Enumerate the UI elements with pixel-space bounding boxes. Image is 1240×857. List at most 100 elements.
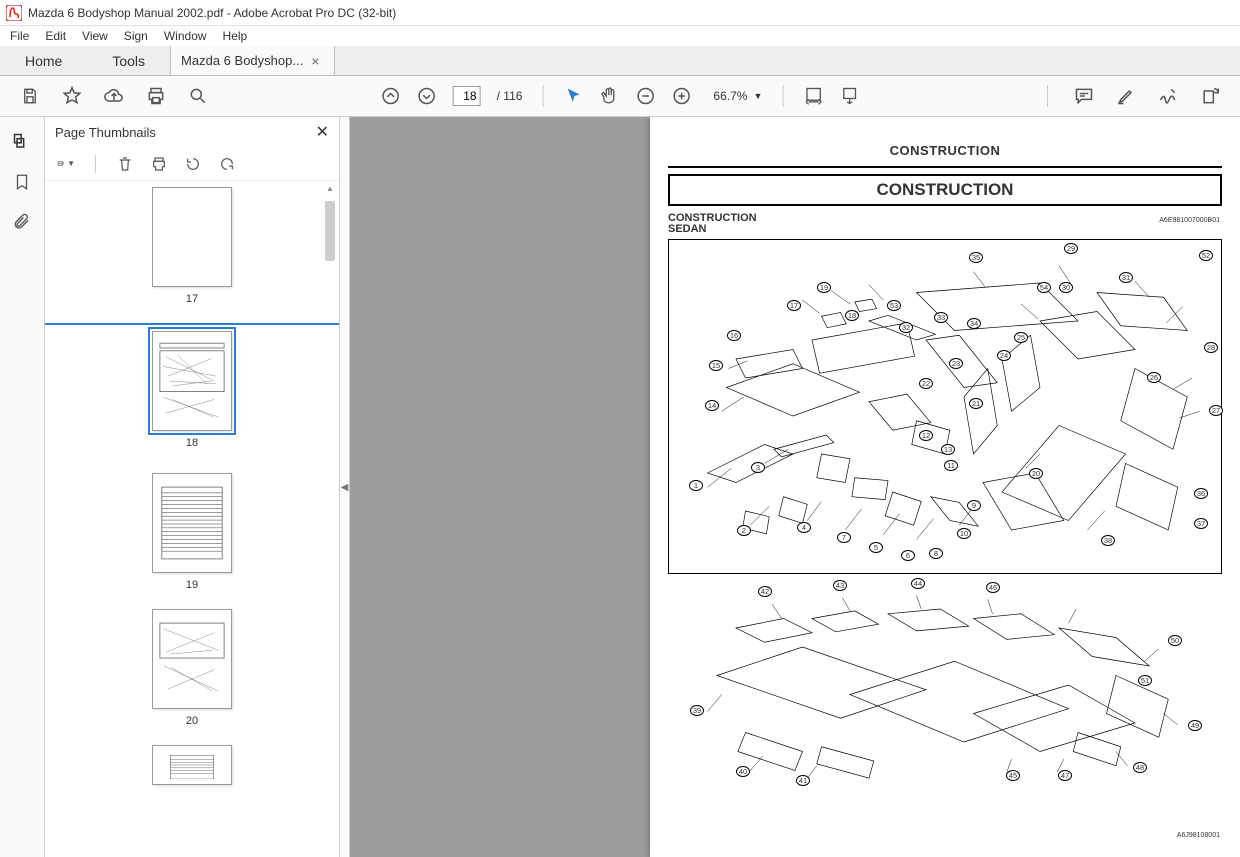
- tab-row: Home Tools Mazda 6 Bodyshop... ×: [0, 46, 1240, 76]
- callout: 39: [690, 705, 704, 716]
- diagram-sketch: [679, 250, 1211, 563]
- callout: 51: [1138, 675, 1152, 686]
- zoom-in-icon[interactable]: [671, 86, 691, 106]
- thumbnail-item[interactable]: 17: [45, 187, 339, 305]
- tab-home[interactable]: Home: [0, 46, 87, 75]
- scroll-thumb[interactable]: [325, 201, 335, 261]
- page-title-box: CONSTRUCTION: [668, 174, 1222, 206]
- callout: 34: [967, 318, 981, 329]
- callout: 4: [797, 522, 811, 533]
- cloud-upload-icon[interactable]: [104, 86, 124, 106]
- print-icon[interactable]: [146, 86, 166, 106]
- tab-document[interactable]: Mazda 6 Bodyshop... ×: [170, 46, 335, 75]
- callout: 23: [949, 358, 963, 369]
- callout: 17: [787, 300, 801, 311]
- thumbnails-tools: ▼: [45, 147, 339, 181]
- nav-rail: [0, 117, 45, 857]
- rotate-icon[interactable]: [1200, 86, 1220, 106]
- fit-width-icon[interactable]: [803, 86, 823, 106]
- thumbnails-close-icon[interactable]: ✕: [316, 122, 329, 142]
- zoom-out-icon[interactable]: [635, 86, 655, 106]
- thumbnail-item-selected[interactable]: 18: [45, 323, 339, 455]
- thumbnail-item[interactable]: 20: [45, 609, 339, 727]
- callout: 42: [758, 586, 772, 597]
- page-rule: [668, 166, 1222, 168]
- thumbnail-page: [152, 745, 232, 785]
- thumb-rotate-ccw-icon[interactable]: [184, 155, 202, 173]
- comment-icon[interactable]: [1074, 86, 1094, 106]
- window-title: Mazda 6 Bodyshop Manual 2002.pdf - Adobe…: [28, 6, 396, 20]
- document-area[interactable]: CONSTRUCTION CONSTRUCTION CONSTRUCTION A…: [350, 117, 1240, 857]
- bookmark-tab-icon[interactable]: [11, 171, 33, 193]
- thumb-options-icon[interactable]: ▼: [57, 155, 75, 173]
- thumb-rotate-cw-icon[interactable]: [218, 155, 236, 173]
- fit-page-icon[interactable]: [839, 86, 859, 106]
- callout: 18: [845, 310, 859, 321]
- tab-tools[interactable]: Tools: [87, 46, 170, 75]
- thumbnail-item[interactable]: [45, 745, 339, 785]
- panel-collapse-handle[interactable]: ◀: [340, 117, 350, 857]
- page-down-icon[interactable]: [417, 86, 437, 106]
- sign-icon[interactable]: [1158, 86, 1178, 106]
- thumbnail-item[interactable]: 19: [45, 473, 339, 591]
- callout: 19: [817, 282, 831, 293]
- highlight-icon[interactable]: [1116, 86, 1136, 106]
- page-running-head: CONSTRUCTION: [668, 143, 1222, 158]
- menu-help[interactable]: Help: [223, 29, 248, 43]
- callout: 38: [1101, 535, 1115, 546]
- main-toolbar: / 116 66.7%▼: [0, 76, 1240, 117]
- callout: 27: [1209, 405, 1223, 416]
- pointer-icon[interactable]: [563, 86, 583, 106]
- tab-document-label: Mazda 6 Bodyshop...: [181, 53, 303, 68]
- callout: 25: [1014, 332, 1028, 343]
- callout: 3: [751, 462, 765, 473]
- callout: 40: [736, 766, 750, 777]
- thumbnails-list[interactable]: 17: [45, 181, 339, 857]
- acrobat-icon: [6, 5, 22, 21]
- callout: 48: [1133, 762, 1147, 773]
- callout: 43: [833, 580, 847, 591]
- callout: 2: [737, 525, 751, 536]
- star-icon[interactable]: [62, 86, 82, 106]
- diagram-sketch: [678, 590, 1212, 780]
- callout: 32: [899, 322, 913, 333]
- callout: 15: [709, 360, 723, 371]
- exploded-diagram-top: 1 2 3 4 5 6 7 8 9 10 11 12 13 14 15 16 1: [668, 239, 1222, 574]
- toolbar-separator: [782, 85, 783, 107]
- thumbnails-tab-icon[interactable]: [11, 131, 33, 153]
- callout: 50: [1168, 635, 1182, 646]
- thumbnail-page: [152, 473, 232, 573]
- callout: 6: [901, 550, 915, 561]
- hand-icon[interactable]: [599, 86, 619, 106]
- thumb-print-icon[interactable]: [150, 155, 168, 173]
- callout: 53: [887, 300, 901, 311]
- thumbnails-scrollbar[interactable]: ▲: [323, 181, 337, 857]
- callout: 9: [967, 500, 981, 511]
- callout: 44: [911, 578, 925, 589]
- menu-window[interactable]: Window: [164, 29, 207, 43]
- page-up-icon[interactable]: [381, 86, 401, 106]
- thumb-delete-icon[interactable]: [116, 155, 134, 173]
- callout: 22: [919, 378, 933, 389]
- callout: 31: [1119, 272, 1133, 283]
- menu-file[interactable]: File: [10, 29, 29, 43]
- tab-document-close[interactable]: ×: [311, 53, 319, 69]
- menu-edit[interactable]: Edit: [45, 29, 66, 43]
- callout: 36: [1194, 488, 1208, 499]
- zoom-dropdown[interactable]: 66.7%▼: [713, 89, 762, 103]
- thumbnail-label: 18: [186, 437, 198, 449]
- page-number-input[interactable]: [453, 86, 481, 106]
- page-total-label: / 116: [497, 89, 523, 103]
- save-icon[interactable]: [20, 86, 40, 106]
- menu-bar: File Edit View Sign Window Help: [0, 26, 1240, 46]
- menu-view[interactable]: View: [82, 29, 108, 43]
- menu-sign[interactable]: Sign: [124, 29, 148, 43]
- callout: 35: [969, 252, 983, 263]
- callout: 7: [837, 532, 851, 543]
- callout: 30: [1059, 282, 1073, 293]
- scroll-up-icon[interactable]: ▲: [323, 181, 337, 195]
- callout: 45: [1006, 770, 1020, 781]
- page-code-bottom: A6J98108001: [1177, 832, 1220, 839]
- magnifier-icon[interactable]: [188, 86, 208, 106]
- attachments-tab-icon[interactable]: [11, 211, 33, 233]
